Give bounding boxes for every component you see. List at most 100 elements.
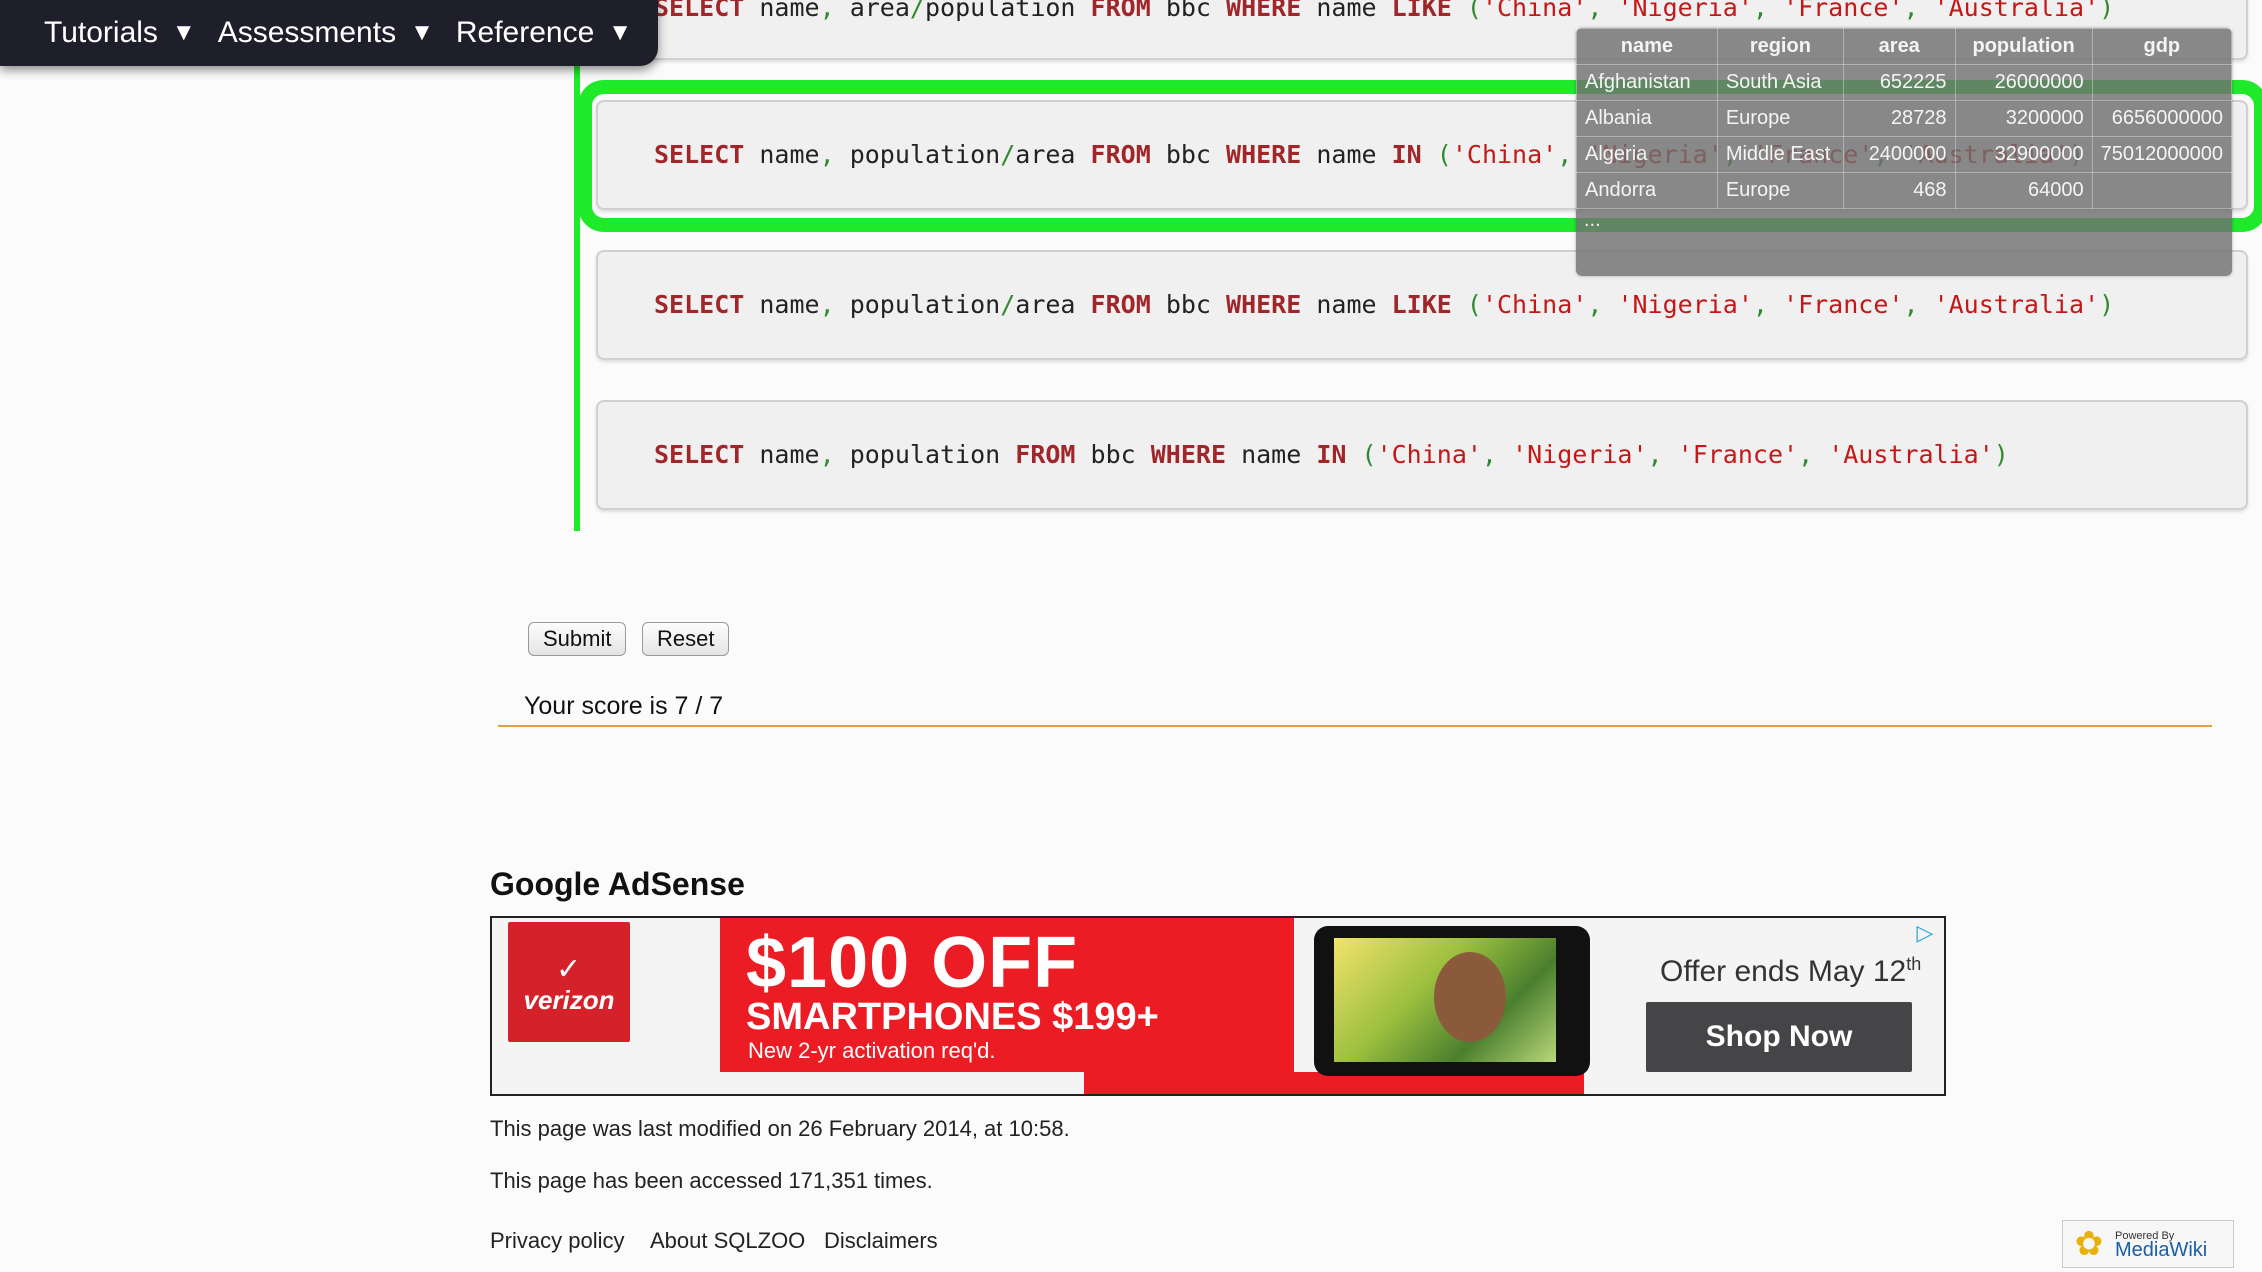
sql-string: 'Australia' <box>1828 440 1994 469</box>
sql-punct: , <box>819 290 835 319</box>
person-photo <box>1434 952 1506 1042</box>
nav-assessments-label: Assessments <box>217 16 397 49</box>
sql-text: bbc <box>1150 0 1227 22</box>
sql-text: bbc <box>1150 140 1227 169</box>
dropdown-arrow-icon: ▼ <box>171 19 196 46</box>
table-cell: Albania <box>1576 100 1718 137</box>
nav-reference[interactable]: Reference ▼ <box>456 16 632 50</box>
table-cell <box>2091 64 2233 101</box>
table-header-row: name region area population gdp <box>1576 28 2233 65</box>
verizon-logo: ✓ verizon <box>508 922 630 1042</box>
table-cell: Europe <box>1716 100 1844 137</box>
sql-punct: / <box>1000 140 1016 169</box>
sql-keyword: IN <box>1391 140 1422 169</box>
table-cell: 75012000000 <box>2091 136 2233 173</box>
sql-text: bbc <box>1075 440 1151 469</box>
sql-punct: ( <box>1436 140 1452 169</box>
table-row: Andorra Europe 468 64000 <box>1576 172 2233 209</box>
query-text-3: SELECT name, population/area FROM bbc WH… <box>654 290 2114 319</box>
sql-punct: , <box>1752 0 1768 22</box>
sql-string: 'China' <box>1451 140 1558 169</box>
brand-label: verizon <box>523 984 615 1015</box>
sql-punct: , <box>1752 290 1768 319</box>
reset-button[interactable]: Reset <box>642 622 730 656</box>
mediawiki-label: MediaWiki <box>2115 1238 2208 1261</box>
promo-headline: $100 OFF <box>746 923 1079 1003</box>
bbc-table-tooltip: name region area population gdp Afghanis… <box>1576 28 2233 276</box>
answer-group-bar <box>574 0 580 531</box>
disclaimers-link[interactable]: Disclaimers <box>824 1228 938 1254</box>
check-icon: ✓ <box>556 953 582 986</box>
sql-keyword: FROM <box>1090 290 1151 319</box>
column-header: population <box>1954 28 2093 65</box>
promo-fine-print: New 2-yr activation req'd. <box>748 1038 996 1063</box>
sql-keyword: LIKE <box>1391 0 1452 22</box>
sql-keyword: FROM <box>1090 0 1151 22</box>
submit-button[interactable]: Submit <box>528 622 627 656</box>
sql-punct: , <box>1481 440 1497 469</box>
sql-punct: , <box>1798 440 1814 469</box>
sql-keyword: WHERE <box>1226 140 1302 169</box>
table-row: Albania Europe 28728 3200000 6656000000 <box>1576 100 2233 137</box>
table-cell: Middle East <box>1716 136 1844 173</box>
sql-punct: , <box>1557 140 1573 169</box>
nav-reference-label: Reference <box>455 16 595 49</box>
column-header: gdp <box>2091 28 2233 65</box>
sql-text: name <box>1301 290 1392 319</box>
sql-keyword: IN <box>1316 440 1347 469</box>
phone-image <box>1314 926 1590 1076</box>
column-header: area <box>1842 28 1956 65</box>
ad-heading: Google AdSense <box>490 866 745 902</box>
sql-punct: , <box>1647 440 1663 469</box>
sql-string: 'China' <box>1481 290 1588 319</box>
sql-keyword: FROM <box>1090 140 1151 169</box>
sql-punct: , <box>819 440 835 469</box>
about-link[interactable]: About SQLZOO <box>650 1228 805 1254</box>
sql-string: 'France' <box>1783 290 1904 319</box>
sql-text: population <box>834 140 1001 169</box>
sql-text: population <box>834 290 1001 319</box>
sql-keyword: SELECT <box>654 440 745 469</box>
sql-string: 'Australia' <box>1933 290 2100 319</box>
nav-assessments[interactable]: Assessments ▼ <box>218 16 434 50</box>
sql-punct: ( <box>1466 0 1482 22</box>
shop-now-button[interactable]: Shop Now <box>1646 1002 1912 1072</box>
sql-text: area <box>834 0 910 22</box>
table-cell: Europe <box>1716 172 1844 209</box>
query-text-1: SELECT name, area/population FROM bbc WH… <box>654 0 2114 22</box>
sql-punct: ( <box>1361 440 1377 469</box>
table-cell: Afghanistan <box>1576 64 1718 101</box>
sql-string: 'Nigeria' <box>1512 440 1648 469</box>
table-cell: 652225 <box>1842 64 1956 101</box>
sql-string: 'France' <box>1677 440 1799 469</box>
table-cell: 468 <box>1842 172 1956 209</box>
mediawiki-badge[interactable]: ✿ Powered By MediaWiki <box>2062 1220 2234 1268</box>
sql-text: name <box>1226 440 1317 469</box>
privacy-policy-link[interactable]: Privacy policy <box>490 1228 624 1254</box>
dropdown-arrow-icon: ▼ <box>410 19 434 46</box>
sql-punct: ) <box>2099 290 2115 319</box>
table-cell: 26000000 <box>1954 64 2093 101</box>
ad-banner[interactable]: ✓ verizon $100 OFF SMARTPHONES $199+ New… <box>490 916 1946 1096</box>
sql-punct: , <box>1903 290 1919 319</box>
sql-punct: , <box>1903 0 1919 22</box>
sql-text: population <box>924 0 1091 22</box>
sql-punct: ) <box>2099 0 2115 22</box>
sql-text: name <box>1301 140 1392 169</box>
adchoices-icon[interactable]: ▷ <box>1910 920 1940 946</box>
sql-text: name <box>744 290 820 319</box>
column-header: name <box>1576 28 1718 65</box>
nav-tutorials[interactable]: Tutorials ▼ <box>44 16 196 50</box>
sql-keyword: LIKE <box>1391 290 1452 319</box>
table-cell: 28728 <box>1842 100 1956 137</box>
sql-keyword: SELECT <box>654 0 745 22</box>
sql-text: bbc <box>1150 290 1227 319</box>
sql-keyword: WHERE <box>1226 0 1302 22</box>
